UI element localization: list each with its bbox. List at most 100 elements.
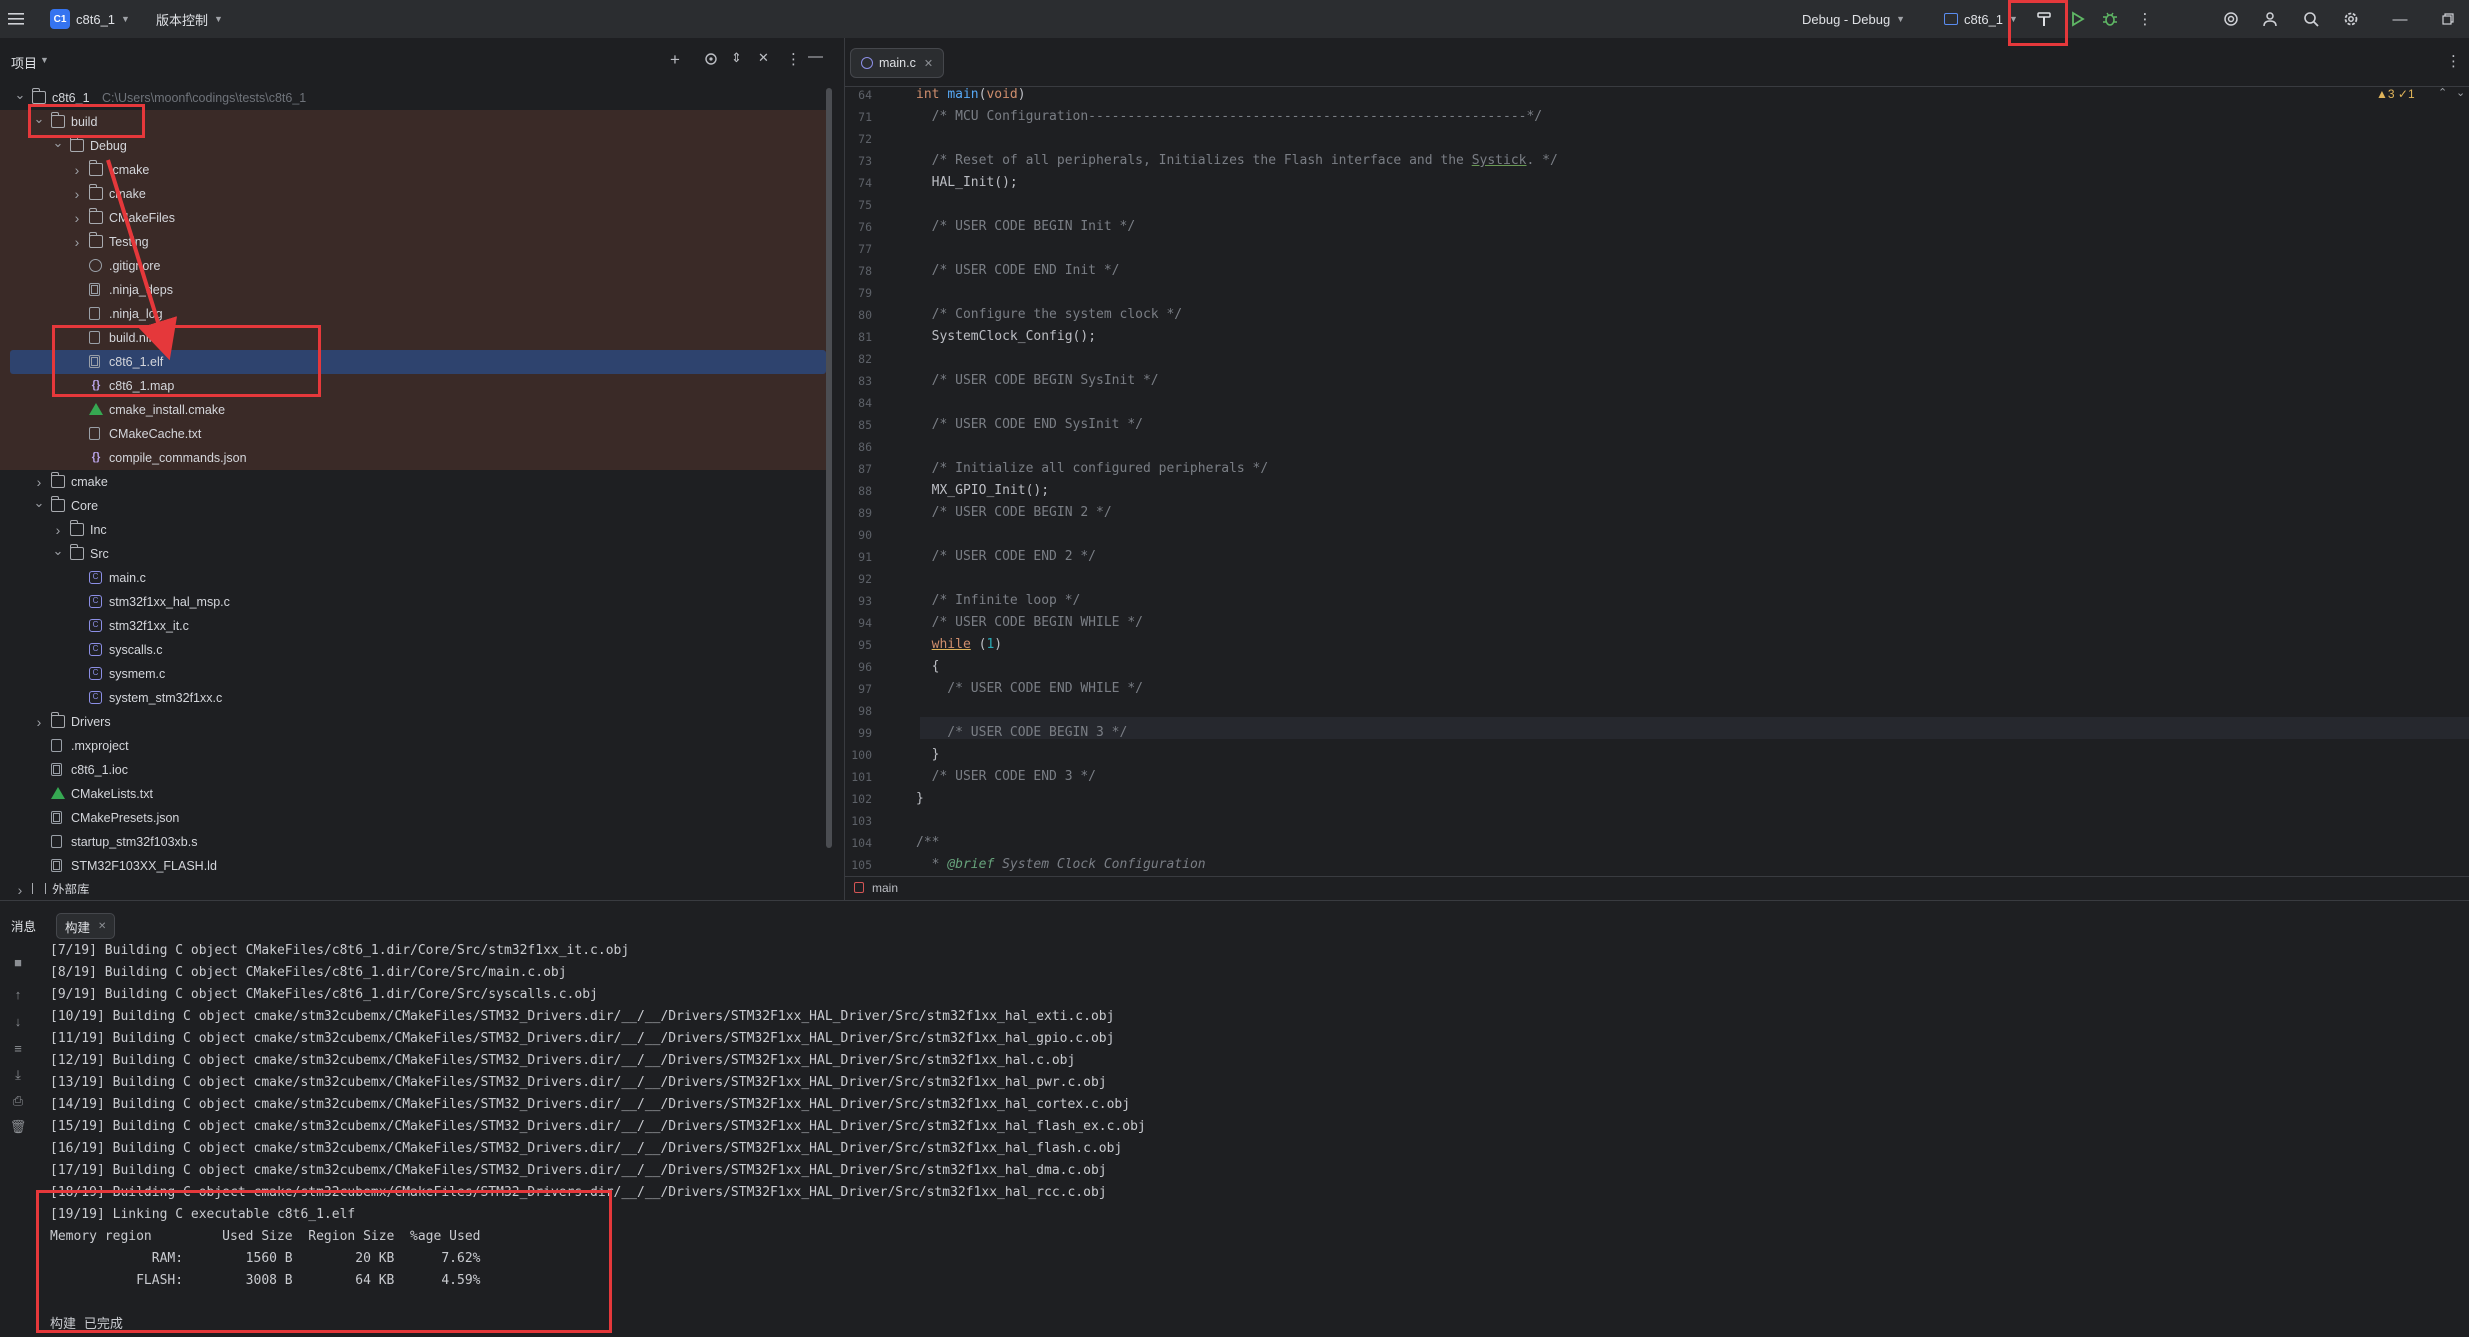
code-line[interactable]: 97 /* USER CODE END WHILE */ <box>844 678 2424 700</box>
tree-item[interactable]: › Drivers <box>0 710 826 734</box>
tree-item[interactable]: ⌄ c8t6_1 C:\Users\moonf\codings\tests\c8t6… <box>0 86 826 110</box>
tree-item[interactable]: .ninja_deps <box>0 278 826 302</box>
code-line[interactable]: 103 <box>844 810 2424 832</box>
tree-item[interactable]: › Testing <box>0 230 826 254</box>
tree-item[interactable]: › 外部库 <box>0 878 826 894</box>
chevron-right-icon[interactable]: › <box>71 230 83 254</box>
code-line[interactable]: 72 <box>844 128 2424 150</box>
locate-target-icon[interactable] <box>704 52 718 69</box>
more-vertical-icon[interactable]: ⋮ <box>2133 7 2157 31</box>
more-vertical-icon[interactable]: ⋮ <box>786 50 801 68</box>
close-icon[interactable]: ✕ <box>924 57 933 70</box>
chevron-right-icon[interactable]: › <box>71 206 83 230</box>
chevron-down-icon[interactable]: ⌄ <box>2456 86 2465 99</box>
trash-icon[interactable]: 🗑 <box>9 1118 27 1136</box>
code-line[interactable]: 99 /* USER CODE BEGIN 3 */ <box>844 722 2424 744</box>
tree-item[interactable]: › Inc <box>0 518 826 542</box>
build-hammer-icon[interactable] <box>2032 7 2056 31</box>
tree-item[interactable]: › CMakeFiles <box>0 206 826 230</box>
code-line[interactable]: 82 <box>844 348 2424 370</box>
code-line[interactable]: 98 <box>844 700 2424 722</box>
code-line[interactable]: 85 /* USER CODE END SysInit */ <box>844 414 2424 436</box>
chevron-down-icon[interactable]: ⌄ <box>52 134 64 152</box>
code-line[interactable]: 104 /** <box>844 832 2424 854</box>
chevron-right-icon[interactable]: › <box>33 470 45 494</box>
tree-item[interactable]: CMakeCache.txt <box>0 422 826 446</box>
arrow-down-icon[interactable]: ↓ <box>9 1013 27 1031</box>
more-vertical-icon[interactable]: ⋮ <box>2446 52 2461 70</box>
chevron-down-icon[interactable]: ⌄ <box>33 494 45 512</box>
code-line[interactable]: 105 * @brief System Clock Configuration <box>844 854 2424 876</box>
tree-item[interactable]: Csystem_stm32f1xx.c <box>0 686 826 710</box>
code-line[interactable]: 73 /* Reset of all peripherals, Initiali… <box>844 150 2424 172</box>
code-line[interactable]: 91 /* USER CODE END 2 */ <box>844 546 2424 568</box>
tree-item[interactable]: build.ninja <box>0 326 826 350</box>
code-line[interactable]: 90 <box>844 524 2424 546</box>
tree-item[interactable]: › cmake <box>0 470 826 494</box>
stop-icon[interactable]: ■ <box>9 954 27 972</box>
code-line[interactable]: 79 <box>844 282 2424 304</box>
expand-all-icon[interactable]: ⇕ <box>731 50 742 66</box>
code-line[interactable]: 87 /* Initialize all configured peripher… <box>844 458 2424 480</box>
tab-main-c[interactable]: main.c ✕ <box>850 48 945 78</box>
chevron-down-icon[interactable]: ⌄ <box>52 542 64 560</box>
code-line[interactable]: 102} <box>844 788 2424 810</box>
minimize-icon[interactable]: — <box>2388 7 2412 31</box>
tree-item[interactable]: ⌄ Core <box>0 494 826 518</box>
tree-item[interactable]: › .cmake <box>0 158 826 182</box>
tree-item[interactable]: c8t6_1.elf <box>10 350 826 374</box>
code-line[interactable]: 100 } <box>844 744 2424 766</box>
tree-item[interactable]: CMakePresets.json <box>0 806 826 830</box>
chevron-right-icon[interactable]: › <box>33 710 45 734</box>
chevron-right-icon[interactable]: › <box>14 878 26 894</box>
debug-bug-icon[interactable] <box>2098 7 2122 31</box>
chevron-right-icon[interactable]: › <box>71 182 83 206</box>
add-user-icon[interactable] <box>2259 7 2283 31</box>
code-line[interactable]: 89 /* USER CODE BEGIN 2 */ <box>844 502 2424 524</box>
code-line[interactable]: 93 /* Infinite loop */ <box>844 590 2424 612</box>
code-line[interactable]: 71 /* MCU Configuration-----------------… <box>844 106 2424 128</box>
run-config-selector[interactable]: Debug - Debug ▼ <box>1802 0 1905 38</box>
tree-item[interactable]: Csysmem.c <box>0 662 826 686</box>
tree-item[interactable]: Cstm32f1xx_it.c <box>0 614 826 638</box>
tree-item[interactable]: {} compile_commands.json <box>0 446 826 470</box>
tree-item[interactable]: .gitignore <box>0 254 826 278</box>
tree-item[interactable]: STM32F103XX_FLASH.ld <box>0 854 826 878</box>
code-line[interactable]: 94 /* USER CODE BEGIN WHILE */ <box>844 612 2424 634</box>
chevron-down-icon[interactable]: ⌄ <box>33 110 45 128</box>
tree-item[interactable]: {} c8t6_1.map <box>0 374 826 398</box>
tree-item[interactable]: ⌄ build <box>0 110 826 134</box>
code-line[interactable]: 77 <box>844 238 2424 260</box>
arrow-up-icon[interactable]: ↑ <box>9 986 27 1004</box>
search-icon[interactable] <box>2299 7 2323 31</box>
tree-item[interactable]: CMakeLists.txt <box>0 782 826 806</box>
chevron-right-icon[interactable]: › <box>71 158 83 182</box>
collapse-all-icon[interactable]: ✕ <box>758 50 769 66</box>
chevron-down-icon[interactable]: ▼ <box>40 55 49 65</box>
tree-item[interactable]: Csyscalls.c <box>0 638 826 662</box>
run-icon[interactable] <box>2066 7 2090 31</box>
code-line[interactable]: 74 HAL_Init(); <box>844 172 2424 194</box>
tree-item[interactable]: startup_stm32f103xb.s <box>0 830 826 854</box>
tree-item[interactable]: .mxproject <box>0 734 826 758</box>
code-line[interactable]: 83 /* USER CODE BEGIN SysInit */ <box>844 370 2424 392</box>
code-line[interactable]: 80 /* Configure the system clock */ <box>844 304 2424 326</box>
code-line[interactable]: 86 <box>844 436 2424 458</box>
tree-item[interactable]: ⌄ Debug <box>0 134 826 158</box>
code-line[interactable]: 101 /* USER CODE END 3 */ <box>844 766 2424 788</box>
tree-item[interactable]: › cmake <box>0 182 826 206</box>
tree-item[interactable]: Cstm32f1xx_hal_msp.c <box>0 590 826 614</box>
tree-item[interactable]: .ninja_log <box>0 302 826 326</box>
restore-window-icon[interactable] <box>2436 7 2460 31</box>
hamburger-menu-icon[interactable] <box>8 0 26 38</box>
scroll-to-end-icon[interactable]: ⤓ <box>9 1066 27 1084</box>
print-icon[interactable]: ⎙ <box>9 1092 27 1110</box>
messages-label[interactable]: 消息 <box>11 913 36 937</box>
gear-icon[interactable] <box>2339 7 2363 31</box>
target-selector[interactable]: c8t6_1 ▼ <box>1944 0 2018 38</box>
tree-item[interactable]: c8t6_1.ioc <box>0 758 826 782</box>
code-line[interactable]: 76 /* USER CODE BEGIN Init */ <box>844 216 2424 238</box>
chevron-down-icon[interactable]: ⌄ <box>14 86 26 104</box>
chevron-up-icon[interactable]: ⌃ <box>2438 86 2447 99</box>
tree-scrollbar[interactable] <box>826 88 832 848</box>
